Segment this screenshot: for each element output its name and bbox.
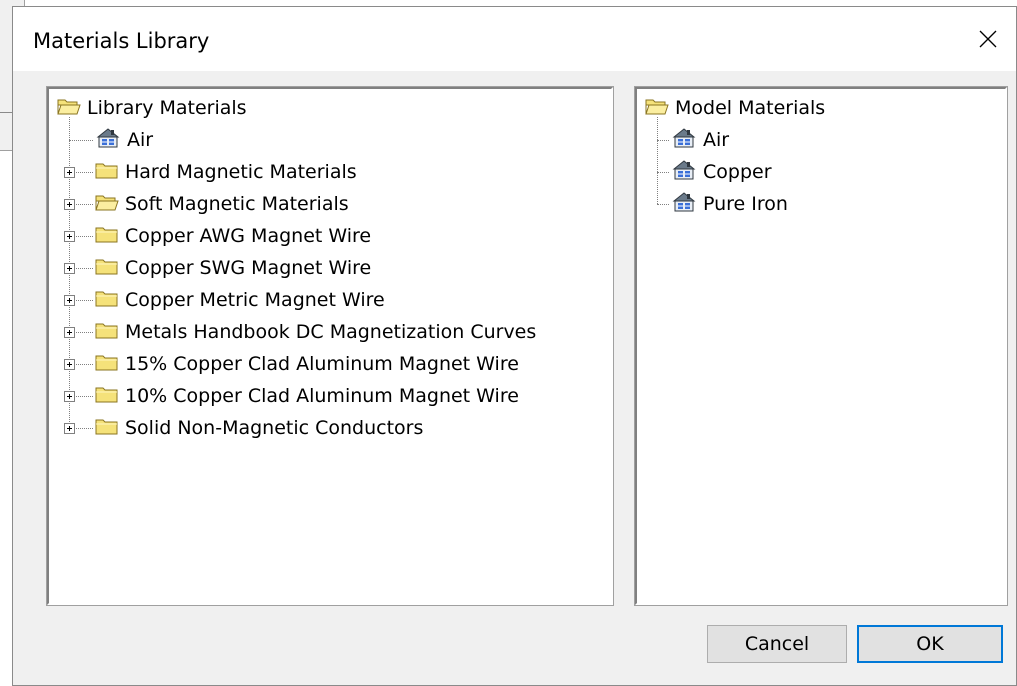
tree-connector-branch [69, 140, 93, 141]
expand-toggle[interactable] [64, 231, 75, 242]
tree-item-label: Air [703, 129, 730, 151]
tree-connector-branch [657, 172, 669, 173]
tree-root-label: Library Materials [87, 97, 247, 119]
close-icon [979, 30, 997, 48]
cancel-button[interactable]: Cancel [707, 625, 847, 663]
tree-item-label: Copper SWG Magnet Wire [125, 257, 372, 279]
tree-item-label: Copper [703, 161, 772, 183]
library-tree-item[interactable]: Copper AWG Magnet Wire [95, 221, 371, 251]
library-tree-item[interactable]: Copper Metric Magnet Wire [95, 285, 385, 315]
folder-icon [95, 224, 119, 249]
folder-icon [95, 416, 119, 441]
dialog-title: Materials Library [33, 29, 210, 53]
tree-item-label: 15% Copper Clad Aluminum Magnet Wire [125, 353, 519, 375]
folder-icon [95, 256, 119, 281]
library-tree-item[interactable]: Metals Handbook DC Magnetization Curves [95, 317, 536, 347]
library-materials-tree[interactable]: Library Materials Air Hard Magnetic Mate… [47, 87, 613, 605]
material-icon [671, 159, 697, 186]
library-tree-item[interactable]: Air [95, 125, 153, 155]
expand-toggle[interactable] [64, 199, 75, 210]
close-button[interactable] [960, 7, 1016, 71]
folder-icon [95, 384, 119, 409]
ok-button[interactable]: OK [857, 625, 1003, 663]
tree-root-label: Model Materials [675, 97, 826, 119]
tree-item-label: Soft Magnetic Materials [125, 193, 349, 215]
model-tree-item[interactable]: Copper [671, 157, 772, 187]
library-tree-item[interactable]: Copper SWG Magnet Wire [95, 253, 371, 283]
model-tree-item[interactable]: Air [671, 125, 729, 155]
open-folder-icon [95, 192, 119, 217]
library-tree-item[interactable]: Soft Magnetic Materials [95, 189, 349, 219]
title-bar[interactable]: Materials Library [13, 7, 1016, 71]
library-tree-item[interactable]: 15% Copper Clad Aluminum Magnet Wire [95, 349, 519, 379]
model-materials-tree[interactable]: Model Materials Air Copper Pure Iron [635, 87, 1007, 605]
library-tree-item[interactable]: Hard Magnetic Materials [95, 157, 357, 187]
tree-item-label: Hard Magnetic Materials [125, 161, 357, 183]
tree-root-library-materials[interactable]: Library Materials [57, 93, 247, 123]
expand-toggle[interactable] [64, 327, 75, 338]
folder-icon [95, 352, 119, 377]
tree-connector-branch [657, 204, 669, 205]
tree-item-label: Copper Metric Magnet Wire [125, 289, 385, 311]
tree-connector-branch [657, 140, 669, 141]
expand-toggle[interactable] [64, 391, 75, 402]
tree-item-label: Solid Non-Magnetic Conductors [125, 417, 424, 439]
tree-item-label: Air [127, 129, 154, 151]
library-tree-item[interactable]: Solid Non-Magnetic Conductors [95, 413, 423, 443]
material-icon [671, 127, 697, 154]
library-tree-item[interactable]: 10% Copper Clad Aluminum Magnet Wire [95, 381, 519, 411]
tree-root-model-materials[interactable]: Model Materials [645, 93, 825, 123]
tree-item-label: Metals Handbook DC Magnetization Curves [125, 321, 537, 343]
tree-item-label: Pure Iron [703, 193, 788, 215]
folder-icon [95, 160, 119, 185]
expand-toggle[interactable] [64, 263, 75, 274]
expand-toggle[interactable] [64, 167, 75, 178]
folder-icon [95, 288, 119, 313]
expand-toggle[interactable] [64, 423, 75, 434]
material-icon [95, 127, 121, 154]
expand-toggle[interactable] [64, 295, 75, 306]
material-icon [671, 191, 697, 218]
folder-icon [95, 320, 119, 345]
model-tree-item[interactable]: Pure Iron [671, 189, 788, 219]
tree-item-label: 10% Copper Clad Aluminum Magnet Wire [125, 385, 519, 407]
tree-item-label: Copper AWG Magnet Wire [125, 225, 372, 247]
materials-library-dialog: Materials Library Library Materials Air … [12, 6, 1017, 686]
expand-toggle[interactable] [64, 359, 75, 370]
tree-connector-line [657, 117, 658, 204]
